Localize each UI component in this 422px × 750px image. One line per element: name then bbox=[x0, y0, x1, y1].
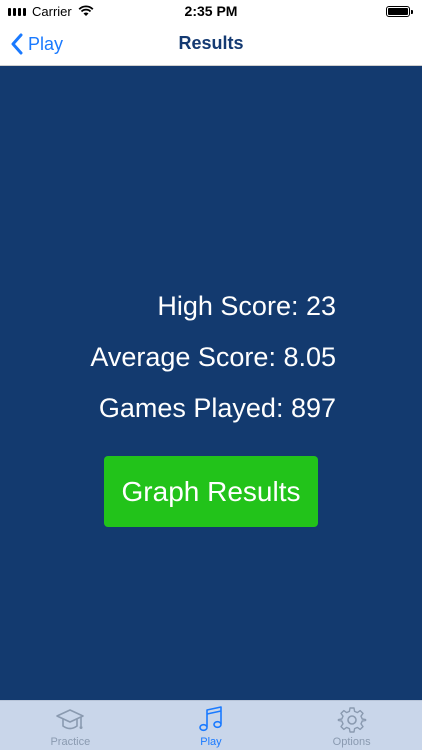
stats-block: High Score: 23 Average Score: 8.05 Games… bbox=[90, 288, 336, 441]
gear-icon bbox=[337, 707, 366, 733]
games-played-text: Games Played: 897 bbox=[98, 393, 336, 423]
tab-options[interactable]: Options bbox=[282, 701, 422, 750]
back-button-label: Play bbox=[28, 33, 64, 54]
tab-bar: Practice Play Options bbox=[0, 700, 422, 750]
tab-play[interactable]: Play bbox=[141, 701, 281, 750]
tab-label: Options bbox=[332, 736, 371, 748]
back-button[interactable]: Play bbox=[10, 22, 63, 66]
chevron-left-icon bbox=[11, 33, 23, 55]
navigation-bar: Play Results bbox=[0, 22, 422, 66]
page-title: Results bbox=[178, 33, 244, 53]
tab-label: Play bbox=[200, 736, 222, 748]
carrier-label: Carrier bbox=[32, 3, 72, 19]
tab-label: Practice bbox=[50, 736, 91, 748]
tab-practice[interactable]: Practice bbox=[0, 701, 140, 750]
average-score-text: Average Score: 8.05 bbox=[90, 342, 336, 372]
signal-icon bbox=[8, 6, 26, 16]
results-panel: High Score: 23 Average Score: 8.05 Games… bbox=[0, 66, 422, 700]
status-left: Carrier bbox=[8, 4, 94, 19]
wifi-icon bbox=[78, 5, 94, 16]
status-bar: Carrier 2:35 PM bbox=[0, 0, 422, 22]
music-note-icon bbox=[199, 706, 222, 732]
high-score-text: High Score: 23 bbox=[157, 291, 336, 321]
graduation-cap-icon bbox=[56, 709, 85, 730]
graph-results-button[interactable]: Graph Results bbox=[104, 456, 318, 527]
battery-icon bbox=[386, 5, 413, 17]
